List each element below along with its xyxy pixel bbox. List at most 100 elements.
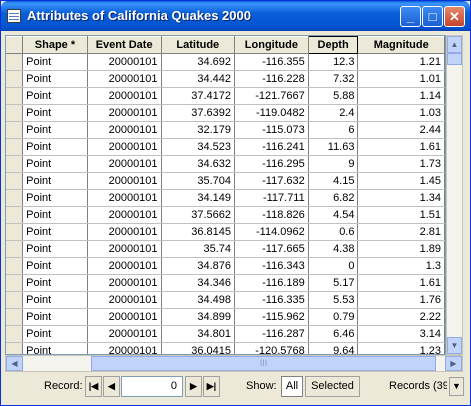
cell-magnitude[interactable]: 1.23 bbox=[357, 342, 445, 354]
scroll-up-arrow-icon[interactable]: ▲ bbox=[447, 36, 462, 53]
previous-record-icon[interactable]: ◀ bbox=[103, 376, 120, 397]
cell-longitude[interactable]: -117.711 bbox=[234, 189, 309, 207]
column-header-depth[interactable]: Depth bbox=[307, 36, 359, 54]
cell-event-date[interactable]: 20000101 bbox=[87, 155, 162, 173]
cell-latitude[interactable]: 36.8145 bbox=[161, 223, 236, 241]
cell-magnitude[interactable]: 2.44 bbox=[357, 121, 445, 139]
minimize-button[interactable]: _ bbox=[400, 6, 421, 27]
cell-event-date[interactable]: 20000101 bbox=[87, 206, 162, 224]
cell-magnitude[interactable]: 3.14 bbox=[357, 325, 445, 343]
cell-shape[interactable]: Point bbox=[22, 274, 88, 292]
table-row[interactable]: Point 20000101 37.4172 -121.7667 5.88 1.14 bbox=[6, 87, 445, 105]
last-record-icon[interactable]: ▶| bbox=[203, 376, 220, 397]
cell-magnitude[interactable]: 1.34 bbox=[357, 189, 445, 207]
cell-depth[interactable]: 4.15 bbox=[308, 172, 359, 190]
cell-magnitude[interactable]: 1.61 bbox=[357, 138, 445, 156]
cell-shape[interactable]: Point bbox=[22, 325, 88, 343]
cell-latitude[interactable]: 34.801 bbox=[161, 325, 236, 343]
cell-longitude[interactable]: -116.189 bbox=[234, 274, 309, 292]
cell-depth[interactable]: 2.4 bbox=[308, 104, 359, 122]
table-row[interactable]: Point 20000101 35.74 -117.665 4.38 1.89 bbox=[6, 240, 445, 258]
cell-event-date[interactable]: 20000101 bbox=[87, 121, 162, 139]
cell-longitude[interactable]: -117.632 bbox=[234, 172, 309, 190]
row-selector[interactable] bbox=[6, 121, 24, 139]
table-row[interactable]: Point 20000101 36.0415 -120.5768 9.64 1.23 bbox=[6, 342, 445, 354]
select-all-corner[interactable] bbox=[6, 36, 24, 54]
current-record-field[interactable]: 0 bbox=[121, 376, 183, 397]
row-selector[interactable] bbox=[6, 325, 24, 343]
table-row[interactable]: Point 20000101 34.498 -116.335 5.53 1.76 bbox=[6, 291, 445, 309]
row-selector[interactable] bbox=[6, 308, 24, 326]
cell-depth[interactable]: 11.63 bbox=[308, 138, 359, 156]
row-selector[interactable] bbox=[6, 257, 24, 275]
column-header-event-date[interactable]: Event Date bbox=[87, 36, 162, 54]
cell-depth[interactable]: 0 bbox=[308, 257, 359, 275]
cell-latitude[interactable]: 35.74 bbox=[161, 240, 236, 258]
title-bar[interactable]: Attributes of California Quakes 2000 _ □… bbox=[1, 1, 470, 31]
column-header-longitude[interactable]: Longitude bbox=[234, 36, 309, 54]
cell-event-date[interactable]: 20000101 bbox=[87, 138, 162, 156]
cell-longitude[interactable]: -116.287 bbox=[234, 325, 309, 343]
cell-latitude[interactable]: 34.523 bbox=[161, 138, 236, 156]
row-selector[interactable] bbox=[6, 87, 24, 105]
table-row[interactable]: Point 20000101 34.632 -116.295 9 1.73 bbox=[6, 155, 445, 173]
cell-depth[interactable]: 0.79 bbox=[308, 308, 359, 326]
cell-latitude[interactable]: 34.899 bbox=[161, 308, 236, 326]
cell-latitude[interactable]: 34.346 bbox=[161, 274, 236, 292]
cell-shape[interactable]: Point bbox=[22, 87, 88, 105]
cell-shape[interactable]: Point bbox=[22, 70, 88, 88]
row-selector[interactable] bbox=[6, 291, 24, 309]
cell-latitude[interactable]: 34.149 bbox=[161, 189, 236, 207]
cell-shape[interactable]: Point bbox=[22, 240, 88, 258]
cell-event-date[interactable]: 20000101 bbox=[87, 291, 162, 309]
cell-longitude[interactable]: -120.5768 bbox=[234, 342, 309, 354]
cell-latitude[interactable]: 34.692 bbox=[161, 53, 236, 71]
cell-depth[interactable]: 5.17 bbox=[308, 274, 359, 292]
options-dropdown-icon[interactable]: ▼ bbox=[449, 377, 464, 396]
cell-longitude[interactable]: -116.355 bbox=[234, 53, 309, 71]
cell-event-date[interactable]: 20000101 bbox=[87, 70, 162, 88]
show-all-button[interactable]: All bbox=[281, 376, 303, 397]
cell-shape[interactable]: Point bbox=[22, 155, 88, 173]
cell-event-date[interactable]: 20000101 bbox=[87, 87, 162, 105]
table-row[interactable]: Point 20000101 35.704 -117.632 4.15 1.45 bbox=[6, 172, 445, 190]
cell-latitude[interactable]: 37.5662 bbox=[161, 206, 236, 224]
cell-longitude[interactable]: -116.295 bbox=[234, 155, 309, 173]
cell-shape[interactable]: Point bbox=[22, 121, 88, 139]
cell-event-date[interactable]: 20000101 bbox=[87, 325, 162, 343]
cell-latitude[interactable]: 36.0415 bbox=[161, 342, 236, 354]
cell-magnitude[interactable]: 1.73 bbox=[357, 155, 445, 173]
row-selector[interactable] bbox=[6, 53, 24, 71]
cell-shape[interactable]: Point bbox=[22, 206, 88, 224]
cell-magnitude[interactable]: 1.03 bbox=[357, 104, 445, 122]
cell-shape[interactable]: Point bbox=[22, 53, 88, 71]
attribute-grid[interactable]: Shape * Event Date Latitude Longitude De… bbox=[5, 35, 446, 355]
cell-longitude[interactable]: -118.826 bbox=[234, 206, 309, 224]
horizontal-scroll-thumb[interactable]: III bbox=[91, 356, 436, 371]
row-selector[interactable] bbox=[6, 138, 24, 156]
cell-depth[interactable]: 4.54 bbox=[308, 206, 359, 224]
cell-latitude[interactable]: 35.704 bbox=[161, 172, 236, 190]
column-header-shape[interactable]: Shape * bbox=[22, 36, 88, 54]
table-row[interactable]: Point 20000101 34.346 -116.189 5.17 1.61 bbox=[6, 274, 445, 292]
cell-event-date[interactable]: 20000101 bbox=[87, 308, 162, 326]
cell-magnitude[interactable]: 1.14 bbox=[357, 87, 445, 105]
cell-latitude[interactable]: 34.876 bbox=[161, 257, 236, 275]
table-row[interactable]: Point 20000101 32.179 -115.073 6 2.44 bbox=[6, 121, 445, 139]
cell-shape[interactable]: Point bbox=[22, 138, 88, 156]
column-header-magnitude[interactable]: Magnitude bbox=[357, 36, 445, 54]
row-selector[interactable] bbox=[6, 223, 24, 241]
cell-depth[interactable]: 4.38 bbox=[308, 240, 359, 258]
cell-depth[interactable]: 6 bbox=[308, 121, 359, 139]
cell-depth[interactable]: 9 bbox=[308, 155, 359, 173]
show-selected-button[interactable]: Selected bbox=[305, 376, 360, 397]
cell-longitude[interactable]: -117.665 bbox=[234, 240, 309, 258]
cell-shape[interactable]: Point bbox=[22, 172, 88, 190]
cell-latitude[interactable]: 34.498 bbox=[161, 291, 236, 309]
cell-shape[interactable]: Point bbox=[22, 223, 88, 241]
vertical-scrollbar[interactable]: ▲ ▼ bbox=[446, 35, 463, 355]
cell-depth[interactable]: 9.64 bbox=[308, 342, 359, 354]
cell-latitude[interactable]: 32.179 bbox=[161, 121, 236, 139]
row-selector[interactable] bbox=[6, 189, 24, 207]
horizontal-scrollbar[interactable]: ◀ III ▶ bbox=[5, 355, 463, 372]
